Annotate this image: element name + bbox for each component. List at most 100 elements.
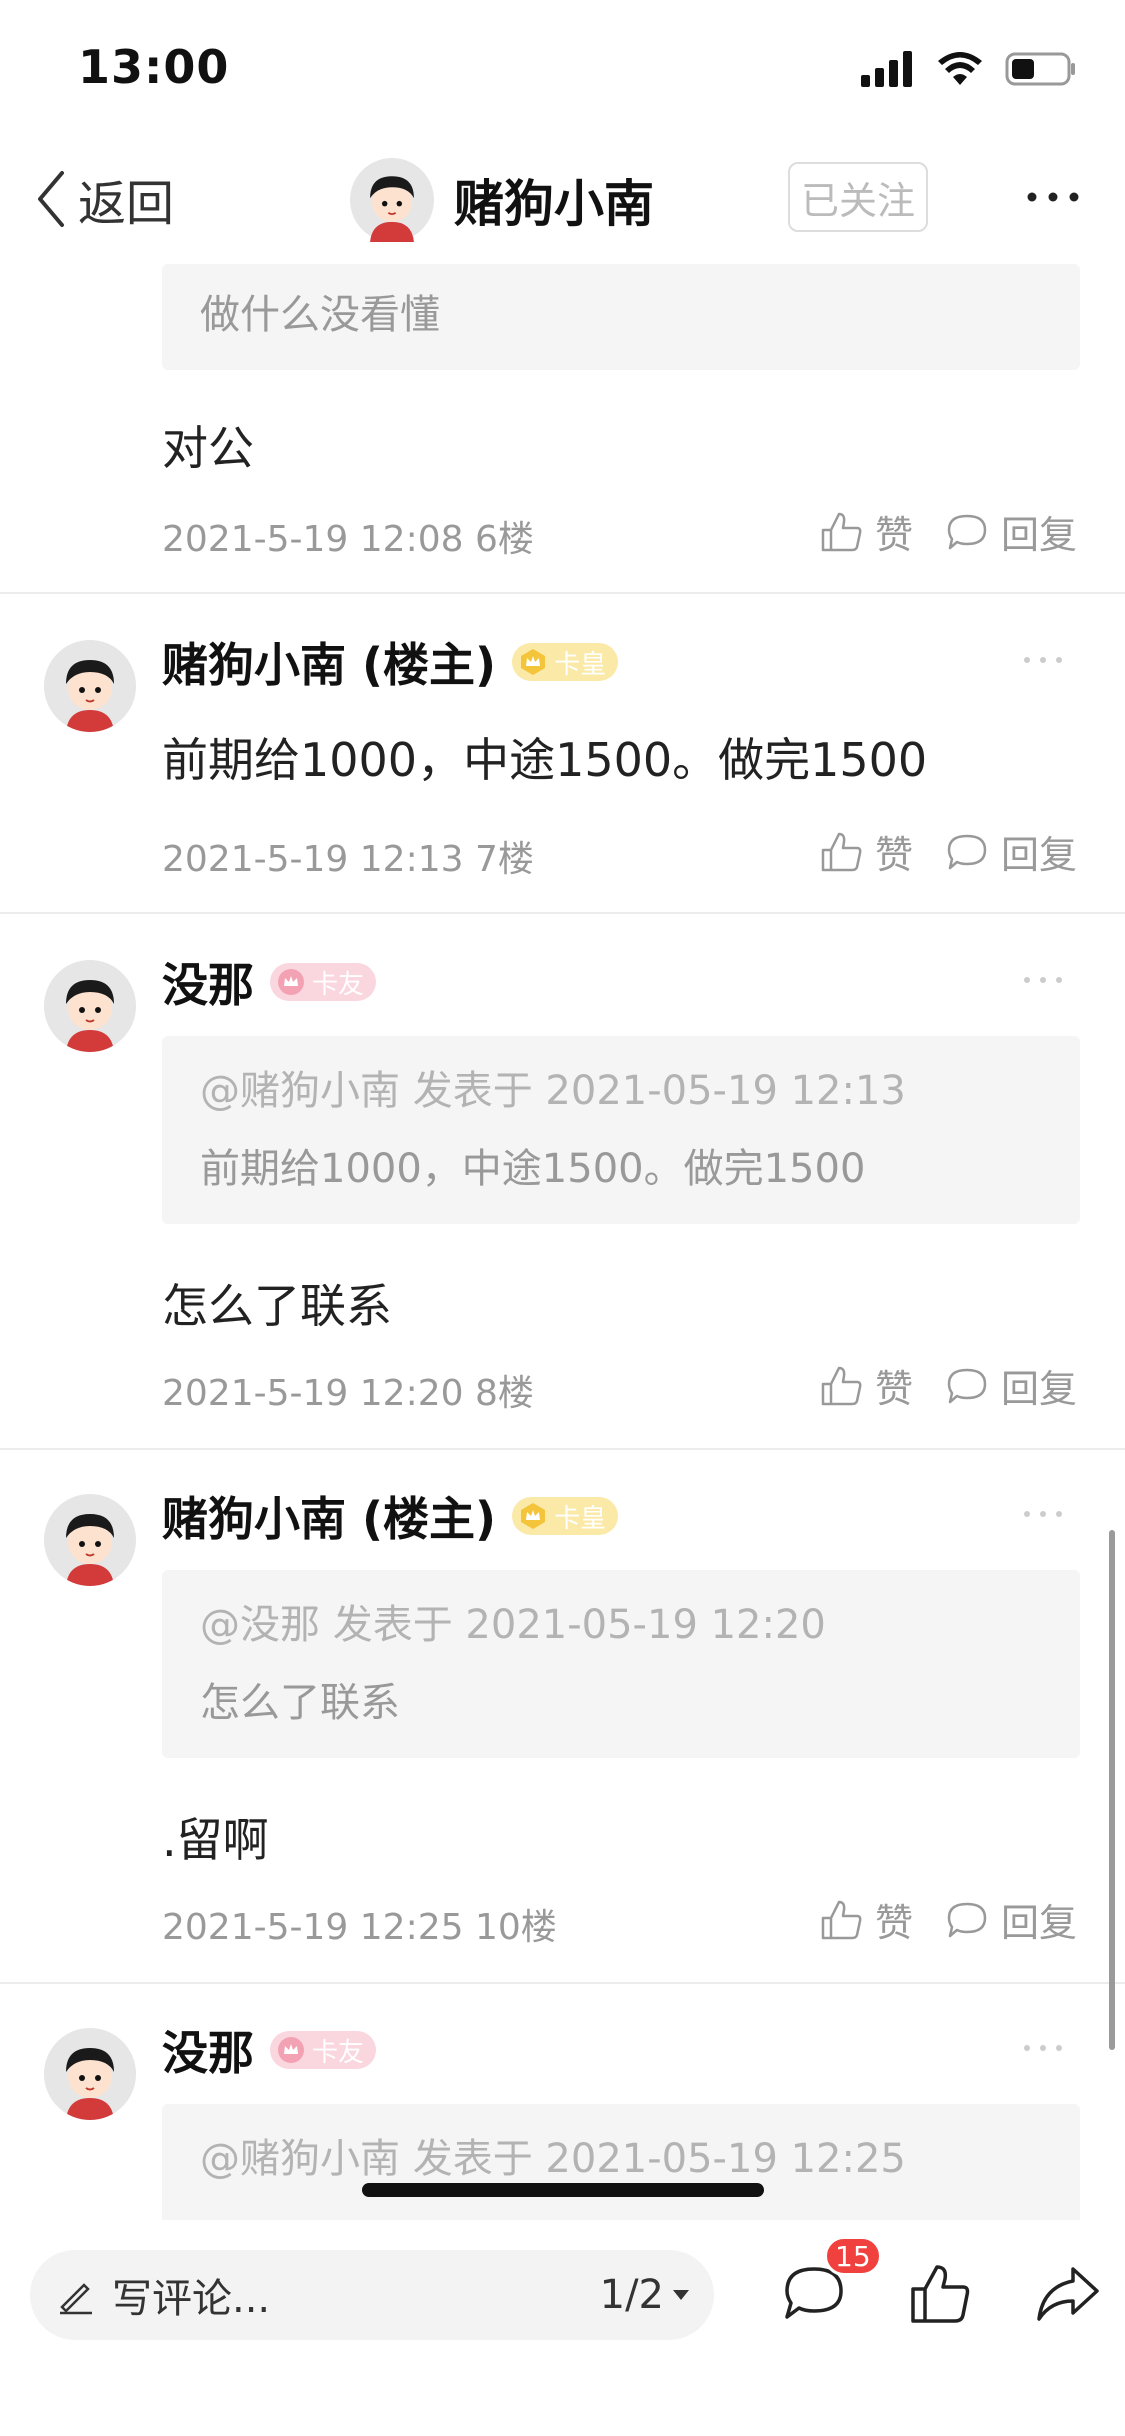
reply-label: 回复 <box>1000 513 1077 557</box>
home-indicator <box>362 2183 764 2197</box>
nav-bar: 返回 赌狗小南 已关注 <box>0 140 1125 260</box>
post-actions: 赞 回复 <box>819 824 1077 879</box>
quote-header: @没那 发表于 2021-05-19 12:20 <box>200 1602 826 1648</box>
reply-button[interactable]: 回复 <box>945 1892 1077 1947</box>
post-author[interactable]: 没那 <box>162 2017 254 2083</box>
post-date: 2021-5-19 12:20 <box>162 1373 464 1414</box>
like-button[interactable]: 赞 <box>819 824 913 879</box>
thread-list[interactable]: 做什么没看懂 对公 2021-5-19 12:08 6楼 赞 回复 赌狗小南 (… <box>0 260 1125 2220</box>
avatar[interactable] <box>44 960 136 1052</box>
post-actions: 赞 回复 <box>819 1892 1077 1947</box>
level-badge-label: 卡友 <box>312 969 365 1000</box>
post-item: 赌狗小南 (楼主) 卡皇 @没那 发表于 2021-05-19 12:20 怎么… <box>0 1486 1125 1976</box>
quote-box[interactable]: @赌狗小南 发表于 2021-05-19 12:25 <box>162 2104 1080 2220</box>
post-item: 没那 卡友 @赌狗小南 发表于 2021-05-19 12:13 前期给1000… <box>0 952 1125 1442</box>
quote-body: 做什么没看懂 <box>200 292 440 338</box>
battery-icon <box>1005 52 1075 86</box>
wifi-icon <box>938 52 982 85</box>
avatar <box>350 158 434 242</box>
post-floor: 6楼 <box>474 519 534 560</box>
avatar[interactable] <box>44 1494 136 1586</box>
thumbs-up-icon <box>821 512 862 551</box>
chevron-left-icon <box>38 171 64 227</box>
level-badge: 卡友 <box>270 2031 377 2069</box>
reply-button[interactable]: 回复 <box>945 504 1077 559</box>
avatar[interactable] <box>44 2028 136 2120</box>
page-selector[interactable]: 1/2 <box>600 2250 690 2340</box>
back-button[interactable]: 返回 <box>34 166 174 232</box>
status-time: 13:00 <box>78 40 230 94</box>
like-label: 赞 <box>874 1901 913 1945</box>
post-floor: 7楼 <box>474 839 534 880</box>
post-floor: 8楼 <box>474 1373 534 1414</box>
reply-label: 回复 <box>1000 1367 1077 1411</box>
level-badge: 卡皇 <box>512 1497 619 1535</box>
caret-down-icon <box>673 2290 689 2300</box>
thumbs-up-icon <box>911 2265 970 2323</box>
post-header: 赌狗小南 (楼主) 卡皇 <box>162 1483 619 1549</box>
post-header: 没那 卡友 <box>162 2017 377 2083</box>
crown-icon <box>521 649 546 675</box>
post-more-button[interactable] <box>1019 960 1067 1000</box>
post-actions: 赞 回复 <box>819 1358 1077 1413</box>
like-button[interactable]: 赞 <box>819 1892 913 1947</box>
like-button[interactable]: 赞 <box>819 1358 913 1413</box>
more-icon <box>1024 2045 1062 2051</box>
follow-button[interactable]: 已关注 <box>788 162 928 232</box>
status-icons <box>861 48 1077 90</box>
reply-label: 回复 <box>1000 1901 1077 1945</box>
post-meta: 2021-5-19 12:20 8楼 <box>162 1364 534 1416</box>
comment-icon <box>947 1902 987 1937</box>
reply-label: 回复 <box>1000 833 1077 877</box>
like-label: 赞 <box>874 833 913 877</box>
like-button[interactable]: 赞 <box>819 504 913 559</box>
page-indicator: 1/2 <box>599 2272 664 2318</box>
quote-box[interactable]: @没那 发表于 2021-05-19 12:20 怎么了联系 <box>162 1570 1080 1758</box>
avatar[interactable] <box>44 640 136 732</box>
post-author[interactable]: 赌狗小南 (楼主) <box>162 629 496 695</box>
like-thread-button[interactable] <box>900 2254 980 2334</box>
level-badge: 卡皇 <box>512 643 619 681</box>
quote-box: 做什么没看懂 <box>162 264 1080 370</box>
more-icon <box>1027 192 1079 202</box>
quote-body: 前期给1000，中途1500。做完1500 <box>200 1146 866 1192</box>
post-author[interactable]: 赌狗小南 (楼主) <box>162 1483 496 1549</box>
post-header: 赌狗小南 (楼主) 卡皇 <box>162 629 619 695</box>
like-label: 赞 <box>874 1367 913 1411</box>
post-more-button[interactable] <box>1019 640 1067 680</box>
post-date: 2021-5-19 12:08 <box>162 519 464 560</box>
post-author[interactable]: 没那 <box>162 949 254 1015</box>
post-meta: 2021-5-19 12:25 10楼 <box>162 1898 557 1950</box>
share-icon <box>1037 2267 1099 2321</box>
divider <box>0 592 1125 594</box>
reply-text: 对公 <box>162 421 254 475</box>
post-more-button[interactable] <box>1019 2028 1067 2068</box>
more-button[interactable] <box>1023 172 1083 222</box>
thumbs-up-icon <box>821 1366 862 1405</box>
scrollbar[interactable] <box>1109 1530 1115 2050</box>
divider <box>0 1982 1125 1984</box>
comment-input[interactable]: 写评论... 1/2 <box>30 2250 714 2340</box>
thumbs-up-icon <box>821 1900 862 1939</box>
comment-icon <box>947 834 987 869</box>
reply-button[interactable]: 回复 <box>945 1358 1077 1413</box>
quote-box[interactable]: @赌狗小南 发表于 2021-05-19 12:13 前期给1000，中途150… <box>162 1036 1080 1224</box>
post-date: 2021-5-19 12:25 <box>162 1907 464 1948</box>
post-meta: 2021-5-19 12:08 6楼 <box>162 510 534 562</box>
more-icon <box>1024 1511 1062 1517</box>
nav-user-name: 赌狗小南 <box>454 175 654 233</box>
post-more-button[interactable] <box>1019 1494 1067 1534</box>
crown-icon <box>278 969 304 995</box>
post-meta: 2021-5-19 12:13 7楼 <box>162 830 534 882</box>
nav-user[interactable]: 赌狗小南 <box>350 154 654 246</box>
quote-header: @赌狗小南 发表于 2021-05-19 12:13 <box>200 1068 906 1114</box>
reply-button[interactable]: 回复 <box>945 824 1077 879</box>
share-button[interactable] <box>1028 2254 1108 2334</box>
reply-text: 前期给1000，中途1500。做完1500 <box>162 733 928 787</box>
signal-icon <box>861 51 912 87</box>
post-date: 2021-5-19 12:13 <box>162 839 464 880</box>
crown-icon <box>521 1503 546 1529</box>
divider <box>0 912 1125 914</box>
comment-icon <box>947 514 987 549</box>
more-icon <box>1024 977 1062 983</box>
